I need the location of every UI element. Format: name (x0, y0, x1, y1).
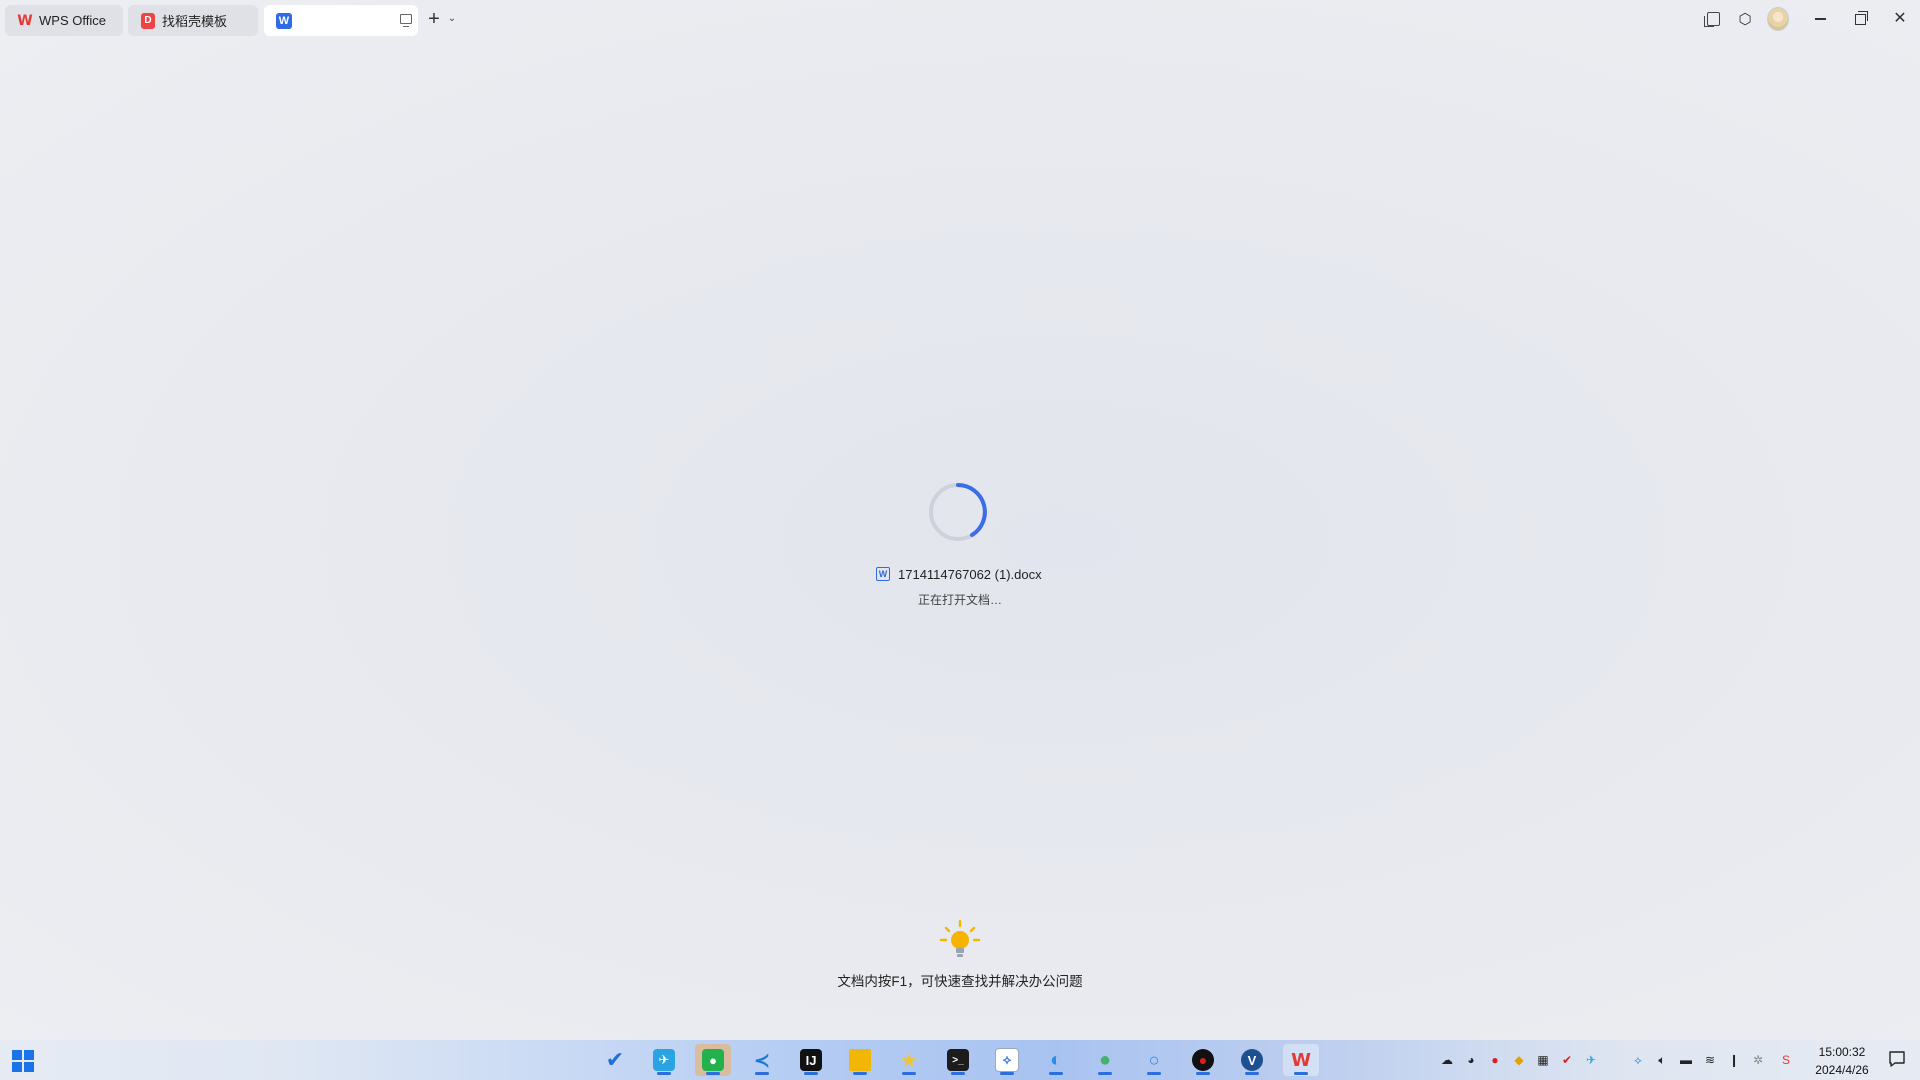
word-document-icon: W (276, 12, 292, 29)
battery-icon[interactable]: ▬ (1678, 1052, 1694, 1068)
document-filename: 1714114767062 (1).docx (898, 566, 1042, 582)
loading-document-name: W 1714114767062 (1).docx (876, 565, 1042, 583)
minimize-icon[interactable] (1809, 8, 1831, 30)
vpn-app-icon[interactable]: V (1234, 1044, 1270, 1076)
lightbulb-icon (939, 919, 981, 957)
recorder-app-icon[interactable]: ● (1185, 1044, 1221, 1076)
windows-start-icon[interactable] (12, 1050, 34, 1072)
system-clock[interactable]: 15:00:32 2024/4/26 (1802, 1043, 1882, 1079)
tab-daoke-templates[interactable]: D 找稻壳模板 (128, 5, 258, 36)
wifi-icon[interactable]: ≋ (1702, 1052, 1718, 1068)
todo-app-icon[interactable]: ✔ (597, 1044, 633, 1076)
user-avatar[interactable] (1767, 7, 1789, 31)
tab-wps-office[interactable]: W WPS Office (5, 5, 123, 36)
settings-icon[interactable]: ✲ (1750, 1052, 1766, 1068)
close-icon[interactable]: ✕ (1889, 8, 1911, 30)
maps-app-icon[interactable]: ● (1087, 1044, 1123, 1076)
microphone-icon[interactable]: ❙ (1726, 1052, 1742, 1068)
jetbrains-app-icon[interactable]: IJ (793, 1044, 829, 1076)
vscode-app-icon[interactable]: ≺ (744, 1044, 780, 1076)
loading-spinner (929, 483, 987, 541)
search-app-icon[interactable]: ○ (1136, 1044, 1172, 1076)
screen-mode-icon[interactable] (400, 14, 412, 28)
notification-center-icon[interactable] (1888, 1050, 1906, 1068)
terminal-app-icon[interactable]: >_ (940, 1044, 976, 1076)
antivirus-icon[interactable]: ✔ (1559, 1052, 1575, 1068)
pages-icon[interactable] (1702, 8, 1724, 30)
tab-menu-chevron-icon[interactable]: ⌄ (446, 10, 458, 26)
cloud-sync-icon[interactable]: ☁ (1439, 1052, 1455, 1068)
network-share-icon[interactable]: ⟡ (1630, 1052, 1646, 1068)
wechat-app-icon[interactable]: ● (695, 1044, 731, 1076)
shield-icon[interactable]: ◆ (1511, 1052, 1527, 1068)
telegram-app-icon[interactable]: ✈ (646, 1044, 682, 1076)
loading-status: 正在打开文档… (917, 593, 1002, 607)
network-app-icon[interactable]: ⟡ (989, 1044, 1025, 1076)
volume-icon[interactable]: 🔈︎ (1654, 1052, 1670, 1068)
wps-logo-icon: W (17, 12, 33, 29)
telegram-tray-icon[interactable]: ✈ (1583, 1052, 1599, 1068)
clock-time: 15:00:32 (1818, 1045, 1866, 1059)
title-bar: W WPS Office D 找稻壳模板 W + ⌄ ⬡ ✕ (0, 0, 1920, 40)
wps-app-icon[interactable]: W (1283, 1044, 1319, 1076)
tab-label: WPS Office (39, 13, 106, 28)
tab-current-document[interactable]: W (264, 5, 418, 36)
tab-label: 找稻壳模板 (162, 14, 228, 29)
record-icon[interactable]: ● (1487, 1052, 1503, 1068)
daoke-template-icon: D (140, 12, 156, 29)
qq-icon[interactable]: ◕ (1463, 1052, 1479, 1068)
file-explorer-app-icon[interactable] (842, 1044, 878, 1076)
cube-icon[interactable]: ⬡ (1734, 8, 1756, 30)
restore-icon[interactable] (1849, 8, 1871, 30)
grid-icon[interactable]: ▦ (1535, 1052, 1551, 1068)
favorites-app-icon[interactable]: ★ (891, 1044, 927, 1076)
help-tip: 文档内按F1，可快速查找并解决办公问题 (837, 974, 1083, 989)
input-method-icon[interactable]: S (1778, 1052, 1794, 1068)
new-tab-icon[interactable]: + (424, 8, 444, 30)
clock-date: 2024/4/26 (1815, 1063, 1869, 1077)
edge-app-icon[interactable]: ◐ (1038, 1044, 1074, 1076)
taskbar: ✔ ✈ ● ≺ IJ ★ >_ ⟡ ◐ ● ○ ● V W ☁ ◕ ● ◆ ▦ … (0, 1040, 1920, 1080)
docx-file-icon: W (876, 567, 890, 581)
